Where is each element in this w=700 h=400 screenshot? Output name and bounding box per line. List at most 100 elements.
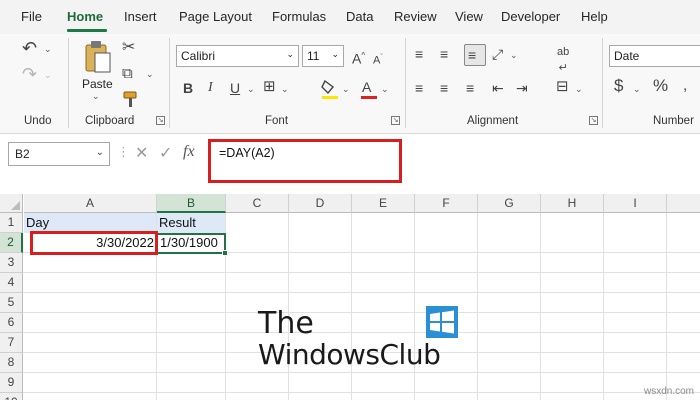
name-box-value: B2 [15,147,30,161]
row-header-4[interactable]: 4 [0,273,23,293]
column-header-e[interactable]: E [352,194,415,213]
orientation-icon[interactable]: ⤢ [492,46,503,62]
font-size-box[interactable]: 11 ⌄ [302,45,344,67]
group-separator [68,38,69,128]
column-header-b[interactable]: B [157,194,226,213]
row-header-10[interactable]: 10 [0,393,23,400]
row-header-8[interactable]: 8 [0,353,23,373]
row-header-1[interactable]: 1 [0,213,23,233]
currency-button[interactable]: $ [614,77,623,94]
fill-color-icon[interactable] [320,78,340,100]
column-header-next[interactable] [667,194,700,213]
number-format-box[interactable]: Date [609,45,700,67]
menu-data[interactable]: Data [346,9,373,24]
font-launcher-icon[interactable]: ↘ [391,116,400,125]
column-header-i[interactable]: I [604,194,667,213]
undo-dropdown-icon[interactable]: ⌄ [44,44,52,55]
fill-handle[interactable] [222,250,228,256]
copy-icon[interactable]: ⧉ [122,66,133,82]
cell-b1[interactable]: Result [157,213,225,233]
column-header-f[interactable]: F [415,194,478,213]
enter-icon[interactable]: ✓ [159,143,172,163]
paste-icon[interactable] [84,40,112,74]
formula-input[interactable]: =DAY(A2) [208,139,402,183]
percent-button[interactable]: % [653,77,668,94]
redo-icon[interactable]: ↷ [22,65,37,83]
fill-color-dropdown-icon[interactable]: ⌄ [342,84,350,95]
menu-home[interactable]: Home [67,9,103,24]
cut-icon[interactable]: ✂ [122,40,135,56]
menu-view[interactable]: View [455,9,483,24]
font-grow-icon[interactable]: A^ [352,48,365,67]
row-header-9[interactable]: 9 [0,373,23,393]
font-name-value: Calibri [181,49,216,63]
format-painter-icon[interactable] [122,90,140,108]
active-cell-outline [156,233,226,254]
align-right-icon[interactable]: ≡ [466,80,474,96]
insert-function-button[interactable]: fx [183,143,195,161]
column-header-h[interactable]: H [541,194,604,213]
name-box[interactable]: B2 ⌄ [8,142,110,166]
footer-watermark: wsxdn.com [643,386,694,397]
cancel-icon[interactable]: ✕ [135,143,148,163]
formula-bar: B2 ⌄ ⋮ ✕ ✓ fx =DAY(A2) [0,134,700,190]
orientation-dropdown-icon[interactable]: ⌄ [510,50,518,61]
font-color-glyph: A [362,79,372,95]
merge-dropdown-icon[interactable]: ⌄ [575,84,583,95]
row-header-6[interactable]: 6 [0,313,23,333]
clipboard-launcher-icon[interactable]: ↘ [156,116,165,125]
gridline [23,272,700,273]
bold-button[interactable]: B [183,80,193,96]
align-top-icon[interactable]: ≡ [415,46,423,62]
row-header-7[interactable]: 7 [0,333,23,353]
name-box-dropdown-icon[interactable]: ⌄ [96,147,104,158]
italic-button[interactable]: I [208,80,213,96]
column-header-d[interactable]: D [289,194,352,213]
borders-dropdown-icon[interactable]: ⌄ [281,84,289,95]
row-header-2[interactable]: 2 [0,233,23,253]
underline-button[interactable]: U [230,80,240,96]
menu-file[interactable]: File [21,9,42,24]
row-header-5[interactable]: 5 [0,293,23,313]
redo-dropdown-icon[interactable]: ⌄ [44,70,52,81]
font-color-dropdown-icon[interactable]: ⌄ [381,84,389,95]
font-size-dropdown-icon[interactable]: ⌄ [331,49,339,60]
paste-dropdown-icon[interactable]: ⌄ [92,91,100,102]
font-name-box[interactable]: Calibri ⌄ [176,45,299,67]
wrap-text-glyph: ab [557,46,570,58]
wrap-text-icon[interactable]: ab ↵ [557,44,569,76]
align-middle-icon[interactable]: ≡ [440,46,448,62]
column-header-a[interactable]: A [24,194,157,213]
increase-indent-icon[interactable]: ⇥ [516,80,528,96]
decrease-indent-icon[interactable]: ⇤ [492,80,504,96]
font-shrink-icon[interactable]: Aˇ [373,50,383,69]
menu-review[interactable]: Review [394,9,437,24]
menu-page-layout[interactable]: Page Layout [179,9,252,24]
comma-style-icon[interactable]: , [683,78,687,94]
group-label-undo: Undo [24,115,52,127]
column-header-c[interactable]: C [226,194,289,213]
font-color-icon[interactable]: A [362,79,371,95]
currency-dropdown-icon[interactable]: ⌄ [633,84,641,95]
formula-text: =DAY(A2) [219,146,275,160]
cell-a1[interactable]: Day [24,213,156,233]
paste-label[interactable]: Paste [82,77,113,91]
menu-formulas[interactable]: Formulas [272,9,326,24]
group-separator [405,38,406,128]
merge-center-icon[interactable]: ⊟ [556,79,569,95]
select-all-button[interactable] [0,194,23,213]
font-name-dropdown-icon[interactable]: ⌄ [286,49,294,60]
undo-icon[interactable]: ↶ [22,39,37,57]
alignment-launcher-icon[interactable]: ↘ [589,116,598,125]
align-left-icon[interactable]: ≡ [415,80,423,96]
group-separator [602,38,603,128]
menu-developer[interactable]: Developer [501,9,560,24]
row-header-3[interactable]: 3 [0,253,23,273]
menu-help[interactable]: Help [581,9,608,24]
menu-insert[interactable]: Insert [124,9,157,24]
underline-dropdown-icon[interactable]: ⌄ [247,84,255,95]
borders-icon[interactable]: ⊞ [263,79,276,95]
column-header-g[interactable]: G [478,194,541,213]
copy-dropdown-icon[interactable]: ⌄ [146,69,154,80]
align-center-icon[interactable]: ≡ [440,80,448,96]
